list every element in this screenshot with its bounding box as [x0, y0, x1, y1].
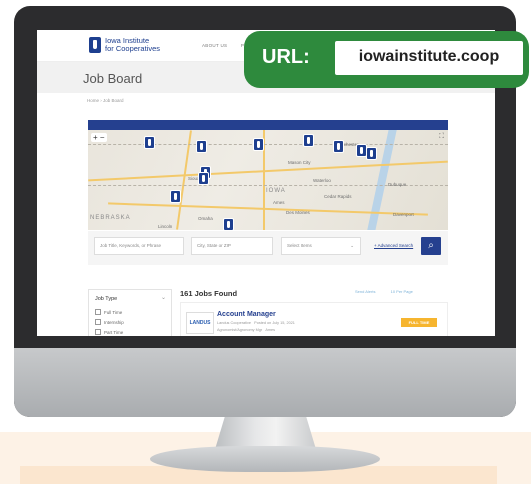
list-tools: Send Alerts 10 Per Page [355, 289, 427, 294]
map-pin-icon[interactable] [198, 172, 209, 185]
send-alerts-link[interactable]: Send Alerts [355, 289, 375, 294]
breadcrumb[interactable]: Home › Job Board [87, 98, 124, 103]
iowa-institute-logo-icon[interactable] [89, 37, 101, 53]
company-logo: LANDUS [186, 312, 214, 334]
map-label-city: Omaha [198, 216, 213, 221]
jobs-count: 161 Jobs Found [180, 289, 238, 298]
monitor-chin [14, 348, 516, 417]
map-zoom-controls[interactable]: + − [91, 133, 107, 142]
search-button[interactable]: ⌕ [421, 237, 441, 255]
url-label: URL: [262, 46, 310, 68]
job-title-link[interactable]: Account Manager [217, 311, 276, 318]
category-select[interactable]: Select Items ⌄ [281, 237, 361, 255]
url-text[interactable]: iowainstitute.coop [335, 48, 523, 66]
per-page-select[interactable]: 10 Per Page [391, 289, 413, 294]
job-location: Ames [265, 328, 276, 332]
job-category: Agronomist/Agronomy Mgr [217, 328, 263, 332]
advanced-search-link[interactable]: + Advanced Search [374, 243, 413, 248]
map-pin-icon[interactable] [366, 147, 377, 160]
nav-item-about[interactable]: ABOUT US [202, 43, 227, 48]
job-company-meta: Landus Cooperative Posted on July 15, 20… [217, 321, 295, 325]
map-label-city: Mason City [288, 160, 311, 165]
monitor-stand-base [150, 446, 380, 472]
job-posted-date: Posted on July 15, 2021 [254, 321, 295, 325]
map-label-state: IOWA [266, 188, 286, 194]
filter-title[interactable]: Job Type [95, 296, 117, 302]
filter-option-part-time[interactable]: Part Time [95, 329, 123, 335]
map-pin-icon[interactable] [144, 136, 155, 149]
chevron-down-icon[interactable]: ⌄ [161, 294, 166, 301]
map-label-state: NEBRASKA [90, 215, 131, 221]
search-icon: ⌕ [428, 240, 434, 251]
map-pin-icon[interactable] [196, 140, 207, 153]
job-map[interactable]: Sioux City IOWA Waterloo Cedar Rapids De… [88, 130, 448, 230]
job-board-tabs: JOB BOARD| EMPLOYMENT INTEREST SIGN-UP| … [88, 120, 448, 134]
map-label-city: Waterloo [313, 178, 331, 183]
page-title: Job Board [83, 71, 143, 86]
map-label-city: Ames [273, 200, 285, 205]
job-detail-meta: Agronomist/Agronomy Mgr Ames [217, 328, 275, 332]
map-pin-icon[interactable] [303, 134, 314, 147]
map-label-city: Lincoln [158, 224, 173, 229]
fullscreen-icon[interactable]: ⛶ [439, 133, 444, 141]
site-logo-text[interactable]: Iowa Institute for Cooperatives [105, 37, 160, 53]
map-label-city: Davenport [393, 212, 414, 217]
map-pin-icon[interactable] [223, 218, 234, 230]
map-label-city: Cedar Rapids [324, 194, 352, 199]
state-border [88, 144, 448, 145]
keyword-input[interactable]: Job Title, Keywords, or Phrase [94, 237, 184, 255]
map-pin-icon[interactable] [170, 190, 181, 203]
category-select-value: Select Items [287, 243, 312, 248]
chevron-down-icon: ⌄ [350, 243, 354, 248]
job-type-badge: FULL TIME [401, 318, 437, 327]
map-label-city: Des Moines [286, 210, 310, 215]
filter-option-internship[interactable]: Internship [95, 319, 124, 325]
map-label-city: Dubuque [388, 182, 407, 187]
job-company: Landus Cooperative [217, 321, 251, 325]
filter-option-full-time[interactable]: Full Time [95, 309, 122, 315]
logo-line-2: for Cooperatives [105, 44, 161, 53]
map-pin-icon[interactable] [333, 140, 344, 153]
location-input[interactable]: City, State or ZIP [191, 237, 273, 255]
map-pin-icon[interactable] [253, 138, 264, 151]
